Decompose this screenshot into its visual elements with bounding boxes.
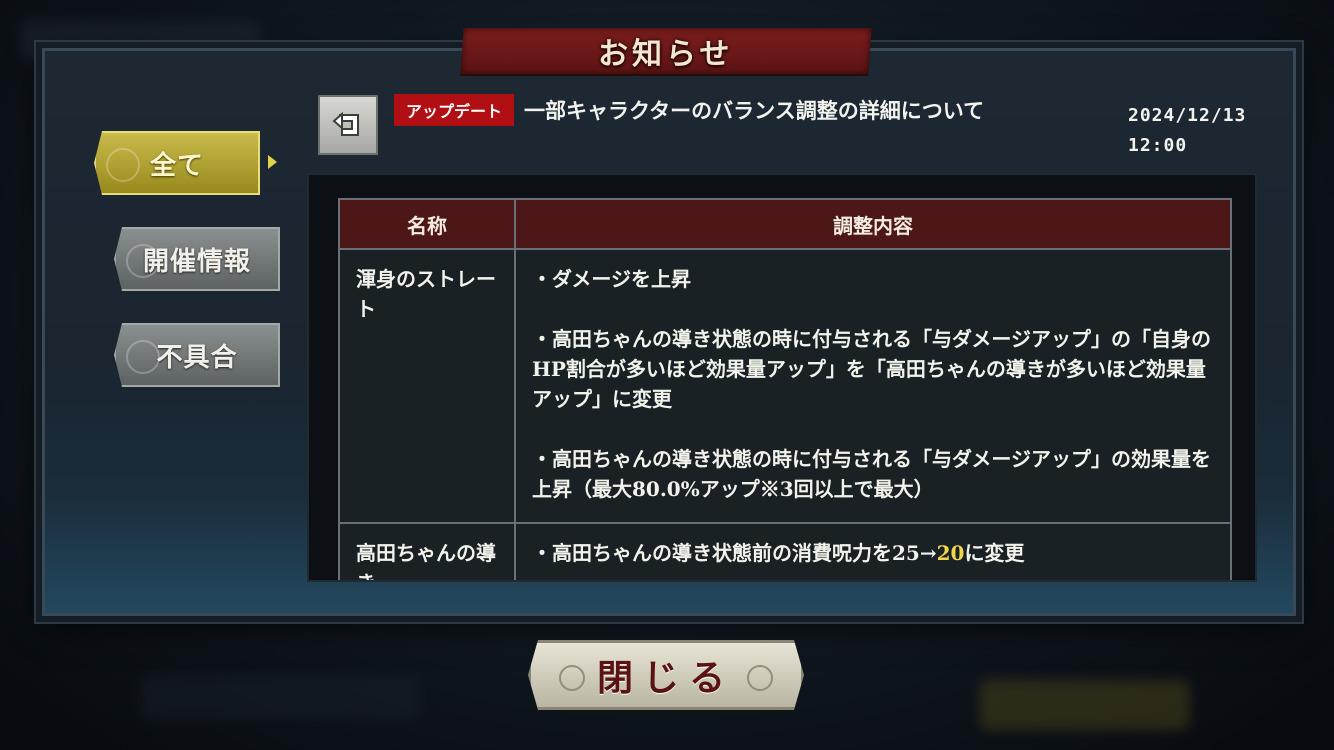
article-title: 一部キャラクターのバランス調整の詳細について bbox=[524, 98, 985, 123]
article-time: 12:00 bbox=[1128, 135, 1188, 156]
detail-line: ・高田ちゃんの導き状態前の消費呪力を25→20に変更 bbox=[532, 538, 1214, 568]
background-blur bbox=[140, 675, 420, 720]
tab-ornament-icon bbox=[126, 340, 160, 374]
article-datetime: 2024/12/13 12:00 bbox=[1128, 101, 1268, 161]
category-badge: アップデート bbox=[394, 94, 515, 126]
detail-line: ・ダメージを上昇 bbox=[532, 267, 691, 291]
article-content[interactable]: 名称 調整内容 渾身のストレート ・ダメージを上昇 ・高田ちゃんの導き状態の時に… bbox=[307, 173, 1257, 582]
close-label: 閉じる bbox=[596, 657, 735, 699]
tab-event-info[interactable]: 開催情報 bbox=[114, 227, 280, 291]
header-banner: お知らせ bbox=[460, 28, 872, 74]
tab-bug-report[interactable]: 不具合 bbox=[114, 323, 280, 387]
notice-screen: お知らせ 全て 開催情報 不具合 アップデート 一部キャラクターのバランス調整の… bbox=[0, 0, 1334, 750]
close-button[interactable]: 閉じる bbox=[528, 640, 804, 710]
table-row: 渾身のストレート ・ダメージを上昇 ・高田ちゃんの導き状態の時に付与される「与ダ… bbox=[338, 248, 1232, 524]
detail-line: ・高田ちゃんの導き状態の時に付与される「与ダメージアップ」の効果量を上昇（最大8… bbox=[532, 447, 1211, 501]
tab-label: 不具合 bbox=[156, 342, 238, 373]
skill-name: 渾身のストレート bbox=[338, 248, 516, 524]
background-blur bbox=[980, 680, 1190, 730]
detail-text: に変更 bbox=[964, 541, 1025, 565]
skill-name: 高田ちゃんの導き bbox=[338, 522, 516, 580]
article-date: 2024/12/13 bbox=[1128, 105, 1247, 126]
ornament-icon bbox=[559, 665, 585, 691]
adjustment-table: 名称 調整内容 渾身のストレート ・ダメージを上昇 ・高田ちゃんの導き状態の時に… bbox=[338, 198, 1232, 580]
tab-label: 全て bbox=[149, 150, 204, 181]
table-row: 高田ちゃんの導き ・高田ちゃんの導き状態前の消費呪力を25→20に変更 bbox=[338, 522, 1232, 580]
column-header-name: 名称 bbox=[338, 198, 516, 250]
adjustment-details: ・ダメージを上昇 ・高田ちゃんの導き状態の時に付与される「与ダメージアップ」の「… bbox=[514, 248, 1232, 524]
detail-text: ・高田ちゃんの導き状態前の消費呪力を25→ bbox=[532, 541, 937, 565]
return-arrow-icon bbox=[330, 107, 366, 143]
table-header-row: 名称 調整内容 bbox=[338, 198, 1232, 250]
selected-arrow-icon bbox=[268, 155, 277, 169]
back-button[interactable] bbox=[318, 95, 378, 155]
tab-ornament-icon bbox=[126, 244, 160, 278]
column-header-details: 調整内容 bbox=[514, 198, 1232, 250]
tab-all[interactable]: 全て bbox=[94, 131, 260, 195]
detail-line: ・高田ちゃんの導き状態の時に付与される「与ダメージアップ」の「自身のHP割合が多… bbox=[532, 327, 1211, 411]
ornament-icon bbox=[747, 665, 773, 691]
page-title: お知らせ bbox=[598, 37, 734, 72]
adjustment-details: ・高田ちゃんの導き状態前の消費呪力を25→20に変更 bbox=[514, 522, 1232, 580]
highlighted-value: 20 bbox=[936, 541, 965, 565]
tab-ornament-icon bbox=[106, 148, 140, 182]
